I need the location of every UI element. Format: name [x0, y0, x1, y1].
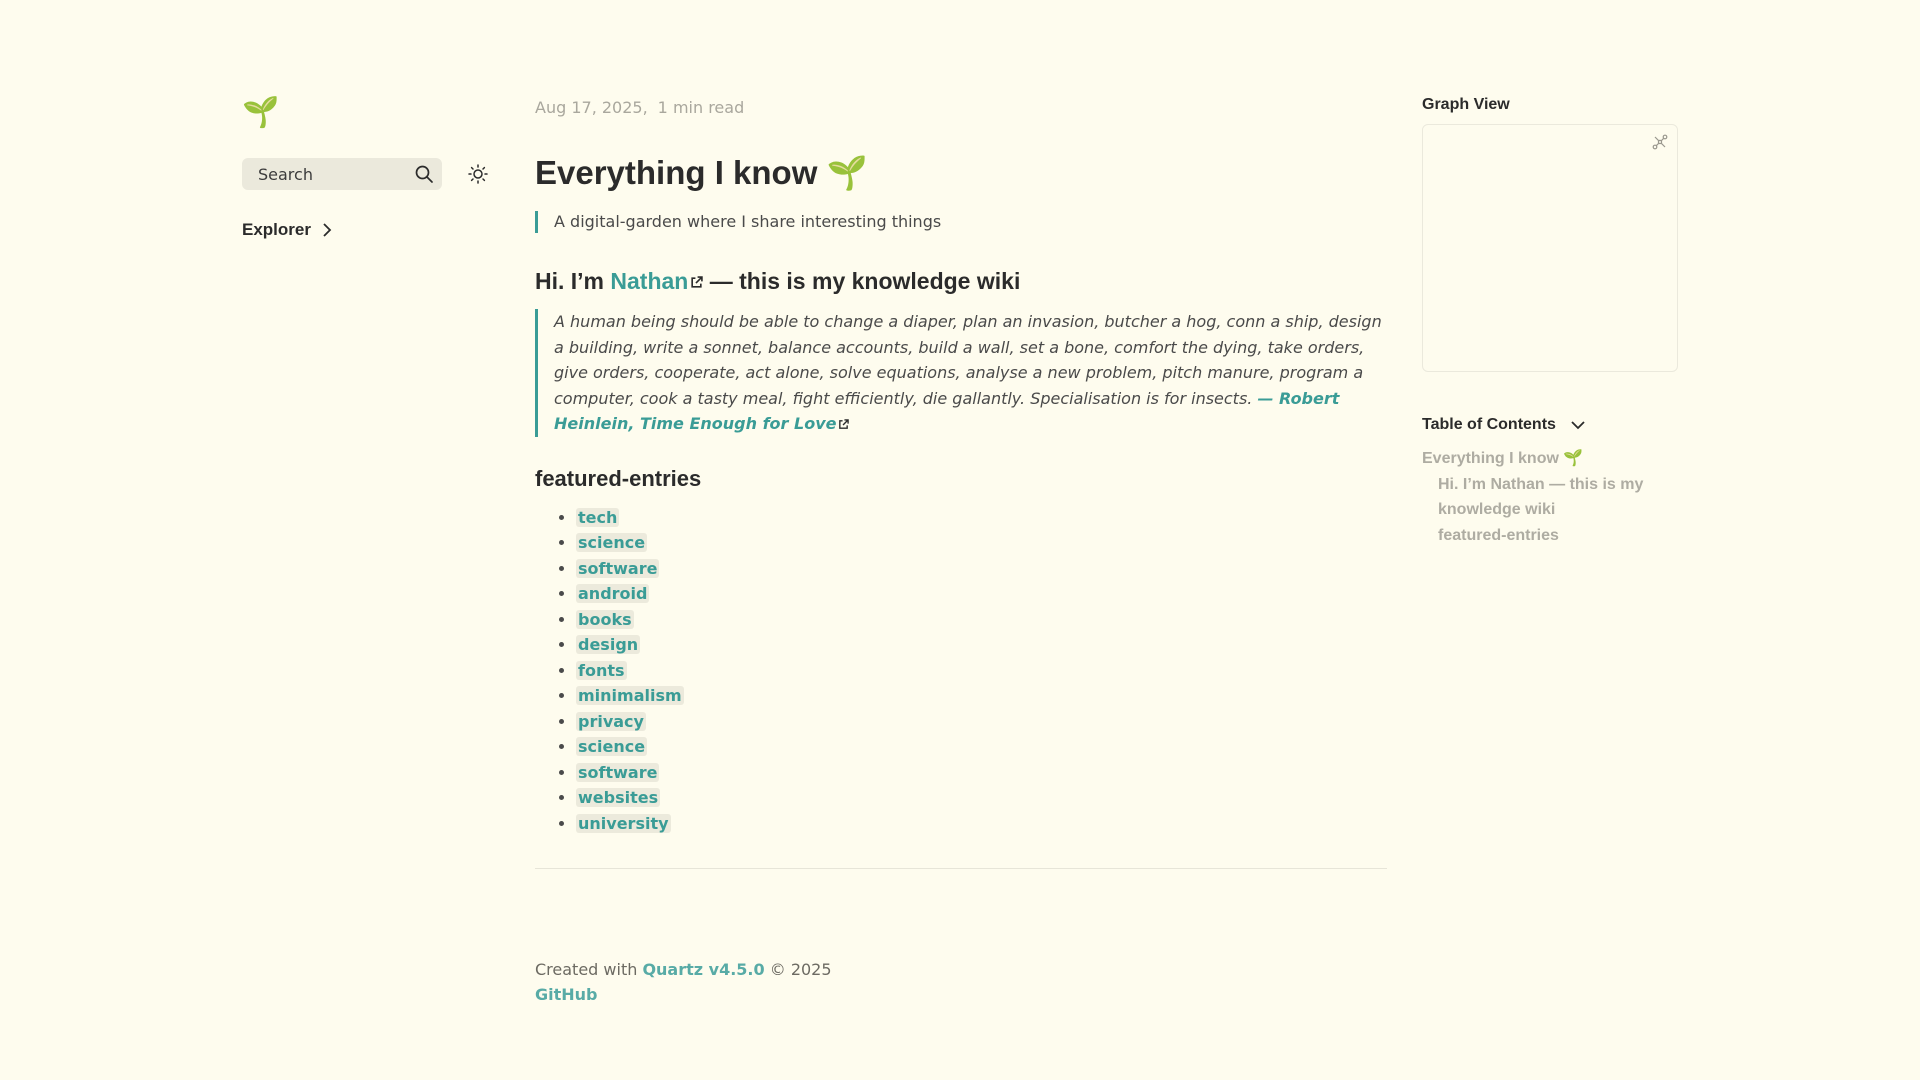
tag-link[interactable]: privacy: [576, 711, 646, 731]
list-item: books: [576, 607, 1387, 633]
heinlein-quote: A human being should be able to change a…: [535, 309, 1387, 437]
search-row: Search: [242, 158, 502, 190]
list-item: software: [576, 556, 1387, 582]
footer: Created with Quartz v4.5.0 © 2025 GitHub: [535, 957, 1387, 1007]
intro-suffix: — this is my knowledge wiki: [703, 268, 1021, 294]
tag-link[interactable]: tech: [576, 507, 620, 527]
tag-link[interactable]: design: [576, 635, 641, 654]
list-item: university: [576, 811, 1387, 837]
tag-link[interactable]: books: [576, 609, 634, 629]
tag-link[interactable]: minimalism: [576, 686, 684, 705]
left-sidebar: 🌱 Search Explorer: [242, 96, 502, 240]
toc-item[interactable]: Hi. I’m Nathan — this is my knowledge wi…: [1422, 472, 1658, 523]
external-link-icon: [691, 276, 704, 289]
tag-link[interactable]: fonts: [576, 660, 627, 680]
list-item: android: [576, 581, 1387, 607]
list-item: fonts: [576, 658, 1387, 684]
expand-graph-button[interactable]: [1651, 133, 1669, 155]
sun-icon: [468, 164, 488, 184]
page-description: A digital-garden where I share interesti…: [535, 211, 1387, 233]
expand-graph-icon: [1652, 134, 1668, 150]
chevron-right-icon: [323, 223, 332, 237]
explorer-label: Explorer: [242, 220, 311, 239]
search-button[interactable]: Search: [242, 158, 442, 190]
intro-heading: Hi. I’m Nathan — this is my knowledge wi…: [535, 267, 1387, 295]
search-placeholder: Search: [258, 164, 313, 184]
tag-link[interactable]: websites: [576, 788, 661, 807]
list-item: science: [576, 734, 1387, 760]
list-item: privacy: [576, 709, 1387, 735]
tag-link[interactable]: software: [576, 762, 660, 782]
toc-item[interactable]: featured-entries: [1422, 523, 1658, 549]
featured-entries-heading: featured-entries: [535, 465, 702, 491]
featured-entries-list: tech science software android books desi…: [535, 505, 1387, 837]
toc-item[interactable]: Everything I know 🌱: [1422, 446, 1678, 472]
list-item: design: [576, 632, 1387, 658]
footer-created-with: Created with: [535, 960, 643, 979]
graph-view-title: Graph View: [1422, 96, 1510, 113]
list-item: minimalism: [576, 683, 1387, 709]
main-content: Aug 17, 2025, 1 min read Everything I kno…: [535, 98, 1387, 1007]
tag-link[interactable]: university: [576, 813, 671, 833]
intro-prefix: Hi. I’m: [535, 268, 611, 294]
github-link[interactable]: GitHub: [535, 985, 598, 1004]
toc-list: Everything I know 🌱 Hi. I’m Nathan — thi…: [1422, 446, 1678, 548]
site-logo[interactable]: 🌱: [242, 96, 502, 132]
explorer-toggle[interactable]: Explorer: [242, 220, 502, 240]
theme-toggle-button[interactable]: [466, 162, 490, 186]
right-sidebar: Graph View Table of Contents Everything …: [1422, 96, 1678, 548]
list-item: science: [576, 530, 1387, 556]
search-icon: [415, 165, 433, 183]
chevron-down-icon: [1571, 421, 1585, 430]
article-date: Aug 17, 2025,: [535, 98, 648, 117]
list-item: websites: [576, 785, 1387, 811]
footer-copyright: © 2025: [764, 960, 832, 979]
tag-link[interactable]: science: [576, 737, 648, 756]
list-item: software: [576, 760, 1387, 786]
external-link-icon: [839, 419, 850, 429]
quartz-link[interactable]: Quartz v4.5.0: [642, 960, 764, 979]
nathan-link-text: Nathan: [610, 268, 689, 294]
article-meta: Aug 17, 2025, 1 min read: [535, 98, 1387, 117]
nathan-link[interactable]: Nathan: [610, 268, 704, 294]
graph-view-canvas[interactable]: [1422, 124, 1678, 372]
tag-link[interactable]: android: [576, 584, 650, 603]
tag-link[interactable]: science: [576, 533, 648, 552]
read-time: 1 min read: [657, 98, 745, 117]
page-title: Everything I know 🌱: [535, 154, 868, 191]
list-item: tech: [576, 505, 1387, 531]
tag-link[interactable]: software: [576, 558, 660, 578]
toc-toggle[interactable]: Table of Contents: [1422, 416, 1678, 434]
content-divider: [535, 868, 1387, 869]
footer-credit: Created with Quartz v4.5.0 © 2025: [535, 957, 1387, 982]
toc-title: Table of Contents: [1422, 416, 1556, 433]
